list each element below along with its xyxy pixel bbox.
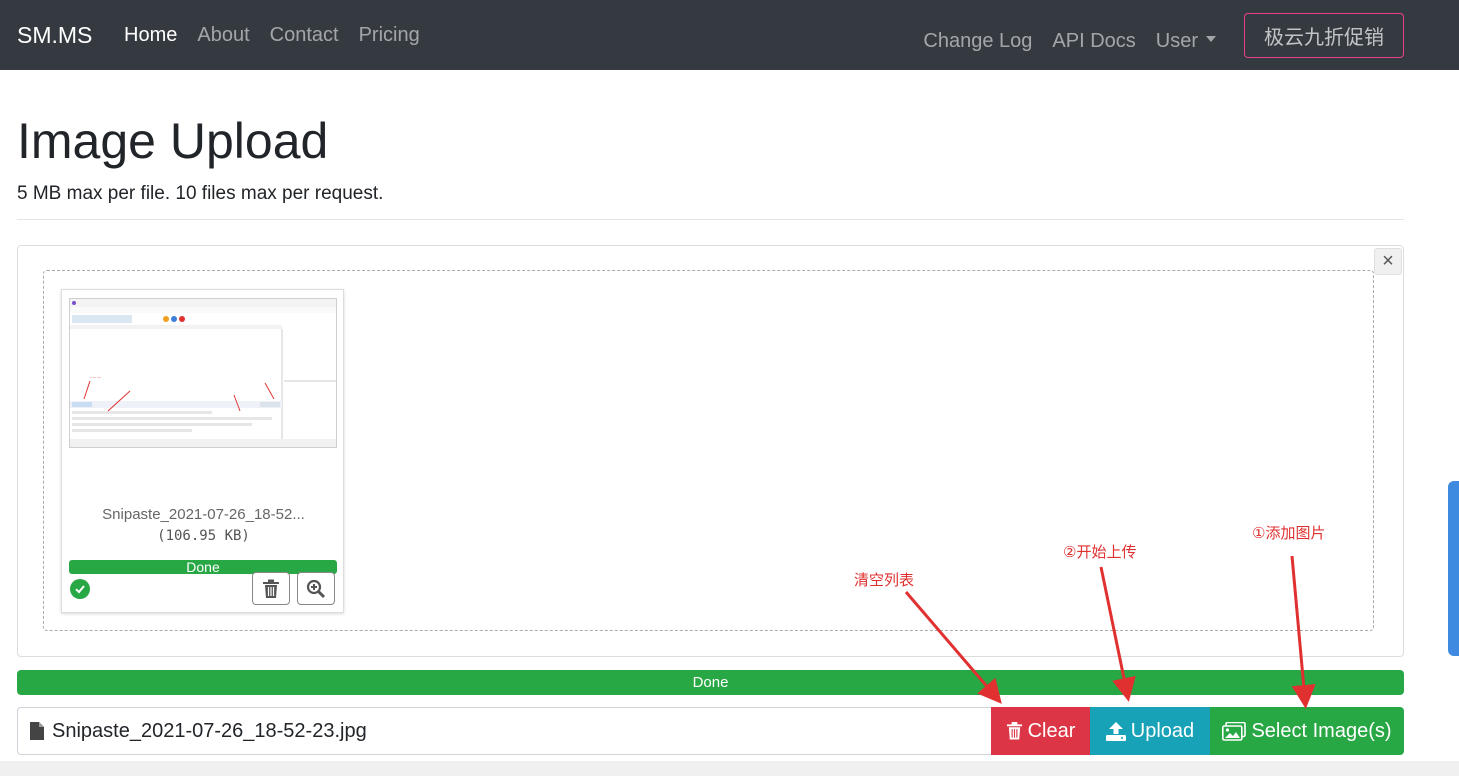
preview-file-size: (106.95 KB) [157,528,250,544]
close-icon[interactable]: × [1374,248,1402,275]
select-images-button[interactable]: Select Image(s) [1210,707,1404,755]
nav-api-docs[interactable]: API Docs [1052,30,1135,53]
images-icon [1222,721,1247,741]
zoom-in-icon [306,579,326,598]
nav-pricing[interactable]: Pricing [359,24,420,47]
annotation-clear: 清空列表 [854,571,915,589]
nav-contact[interactable]: Contact [270,24,339,47]
nav-user-dropdown[interactable]: User [1156,30,1216,53]
nav-user-label: User [1155,29,1198,52]
trash-icon [263,579,279,598]
promo-button[interactable]: 极云九折促销 [1244,13,1404,58]
select-images-button-label: Select Image(s) [1251,719,1392,742]
page-subtitle: 5 MB max per file. 10 files max per requ… [17,183,384,204]
zoom-preview-button[interactable] [297,572,335,605]
preview-thumbnail: ········· [69,298,337,448]
selected-file-name: Snipaste_2021-07-26_18-52-23.jpg [52,719,367,742]
svg-text:·········: ········· [90,375,101,380]
footer-strip [0,761,1459,776]
upload-button-label: Upload [1130,719,1195,742]
trash-icon [1006,722,1022,740]
upload-progress-bar: Done [17,670,1404,695]
annotation-upload: ②开始上传 [1063,543,1137,561]
file-icon [30,722,44,740]
thumbnail-screenshot-image: ········· [70,299,336,447]
clear-button[interactable]: Clear [991,707,1090,755]
preview-file-name: Snipaste_2021-07-26_18-52... [102,506,305,523]
file-preview-card: ········· Snipaste_2021-07-26_18-52... (… [61,289,344,613]
file-input-group: Snipaste_2021-07-26_18-52-23.jpg Clear U… [17,707,1404,755]
nav-right: Change Log API Docs User 极云九折促销 [923,13,1404,58]
upload-button[interactable]: Upload [1090,707,1210,755]
divider [17,219,1404,220]
brand-logo[interactable]: SM.MS [17,22,92,49]
nav-left: Home About Contact Pricing [124,24,440,47]
preview-progress-bar: Done [69,560,337,575]
page-title: Image Upload [17,113,329,169]
check-circle-icon [70,579,90,599]
annotation-select: ①添加图片 [1252,524,1326,542]
side-feedback-tab[interactable] [1448,481,1459,656]
caret-down-icon [1206,36,1216,43]
nav-home[interactable]: Home [124,24,177,47]
clear-button-label: Clear [1027,719,1076,742]
nav-changelog[interactable]: Change Log [923,30,1032,53]
file-caption[interactable]: Snipaste_2021-07-26_18-52-23.jpg [17,707,991,755]
nav-about[interactable]: About [197,24,249,47]
navbar: SM.MS Home About Contact Pricing Change … [0,0,1459,70]
remove-file-button[interactable] [252,572,290,605]
upload-icon [1105,721,1126,741]
